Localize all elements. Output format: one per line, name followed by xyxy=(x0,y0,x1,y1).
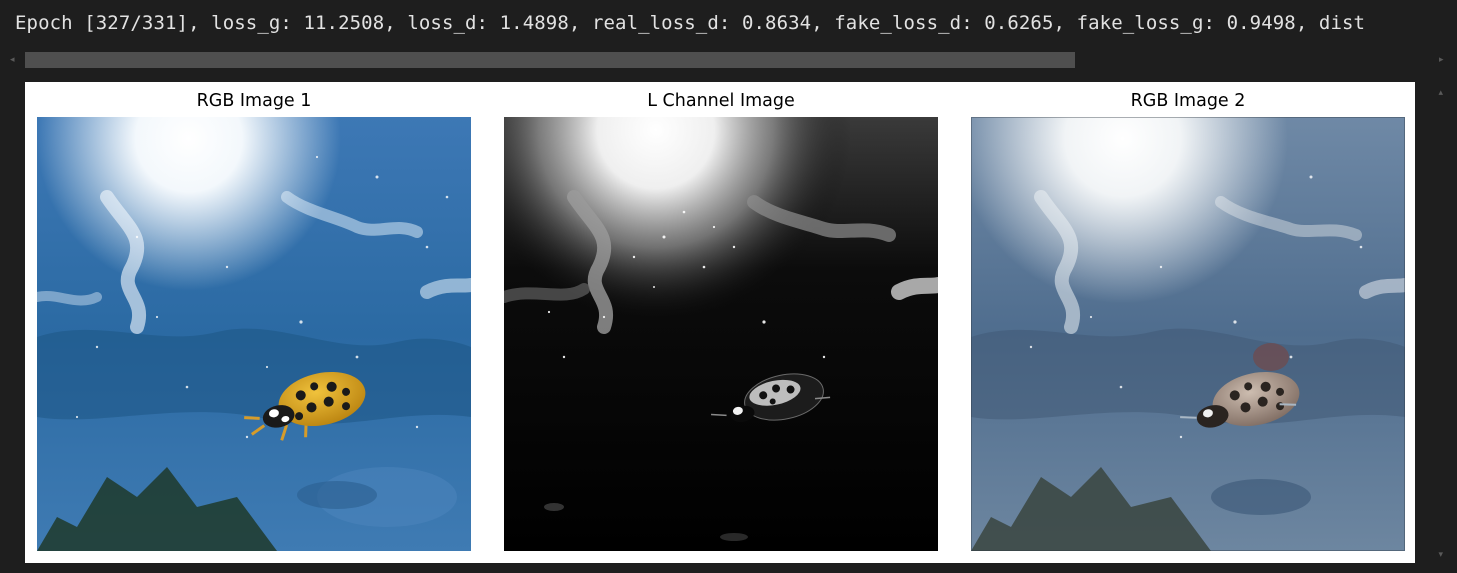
scroll-down-icon[interactable]: ▾ xyxy=(1438,550,1443,560)
rgb-image-1 xyxy=(37,117,471,551)
panel-title: L Channel Image xyxy=(647,91,795,111)
scrollbar-thumb[interactable] xyxy=(25,52,1075,68)
rgb-image-2 xyxy=(971,117,1405,551)
l-channel-image xyxy=(504,117,938,551)
scroll-left-icon[interactable]: ◂ xyxy=(10,55,18,65)
training-log-line: Epoch [327/331], loss_g: 11.2508, loss_d… xyxy=(15,12,1366,34)
horizontal-scrollbar[interactable]: ◂ ▸ xyxy=(8,52,1449,68)
scroll-up-icon[interactable]: ▴ xyxy=(1438,88,1443,98)
scroll-right-icon[interactable]: ▸ xyxy=(1439,55,1447,65)
output-figure: RGB Image 1 L Channel Image RGB Image 2 xyxy=(25,82,1415,563)
panel-title: RGB Image 2 xyxy=(1130,91,1246,111)
panel-title: RGB Image 1 xyxy=(196,91,312,111)
